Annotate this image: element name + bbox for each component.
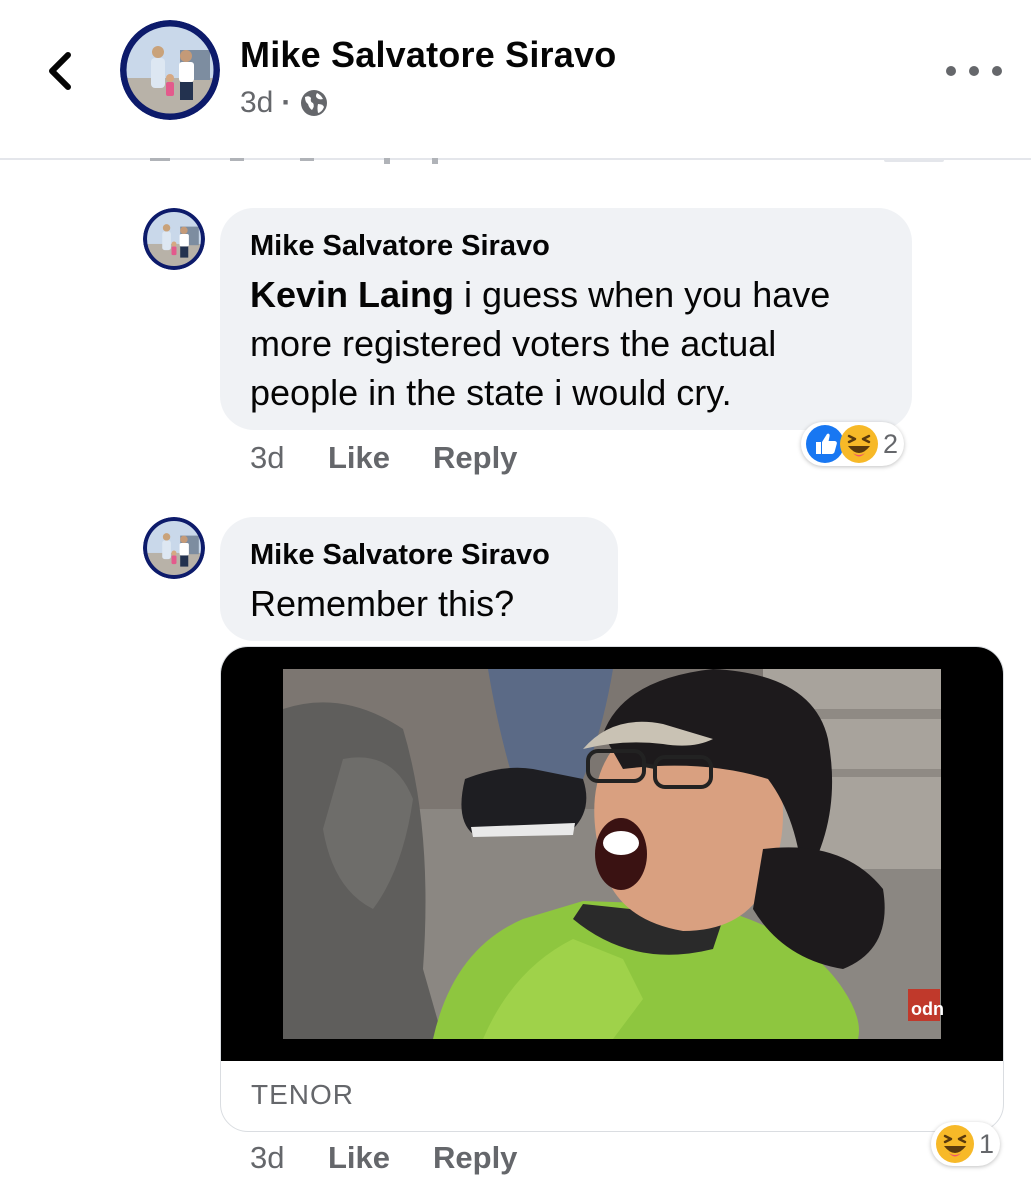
- globe-icon: [301, 90, 328, 116]
- gif-source-label: TENOR: [251, 1079, 354, 1110]
- chevron-left-icon: [49, 52, 71, 90]
- comment-text: Kevin Laing i guess when you have more r…: [250, 270, 830, 417]
- commenter-avatar[interactable]: [143, 517, 205, 579]
- comment-author[interactable]: Mike Salvatore Siravo: [250, 230, 550, 263]
- comment-actions: 3d Like Reply: [250, 440, 517, 476]
- comment-line: more registered voters the actual: [250, 323, 777, 364]
- more-dot: [969, 66, 979, 76]
- mention-link[interactable]: Kevin Laing: [250, 274, 454, 315]
- avatar[interactable]: [120, 20, 220, 120]
- post-meta: 3d ·: [240, 86, 329, 120]
- more-dot: [992, 66, 1002, 76]
- back-button[interactable]: [36, 46, 86, 96]
- post-time[interactable]: 3d: [240, 86, 273, 120]
- meta-separator: ·: [281, 86, 292, 119]
- comment-actions: 3d Like Reply: [250, 1140, 517, 1176]
- reaction-count: 2: [883, 428, 899, 459]
- poster-name[interactable]: Mike Salvatore Siravo: [240, 34, 616, 76]
- more-dot: [946, 66, 956, 76]
- commenter-avatar[interactable]: [143, 208, 205, 270]
- haha-icon: [935, 1124, 975, 1164]
- haha-icon: [839, 424, 879, 464]
- scrolled-content-edge: [150, 158, 944, 164]
- gif-watermark: odn: [911, 999, 944, 1019]
- comment-line: i guess when you have: [454, 274, 831, 315]
- comment-text: Remember this?: [250, 583, 515, 624]
- comment-bubble: Mike Salvatore Siravo Remember this?: [220, 517, 618, 641]
- reaction-count: 1: [979, 1128, 995, 1159]
- reactions-summary[interactable]: 1: [931, 1122, 1001, 1166]
- reply-button[interactable]: Reply: [433, 440, 517, 476]
- comment-line: people in the state i would cry.: [250, 372, 732, 413]
- gif-attachment[interactable]: odn TENOR: [220, 646, 1004, 1132]
- comment-author[interactable]: Mike Salvatore Siravo: [250, 539, 550, 572]
- gif-player[interactable]: odn: [221, 647, 1003, 1061]
- like-button[interactable]: Like: [328, 1140, 433, 1176]
- comment-bubble: Mike Salvatore Siravo Kevin Laing i gues…: [220, 208, 912, 430]
- reactions-summary[interactable]: 2: [801, 422, 905, 466]
- post-header: Mike Salvatore Siravo 3d ·: [0, 0, 1031, 160]
- like-button[interactable]: Like: [328, 440, 433, 476]
- reply-button[interactable]: Reply: [433, 1140, 517, 1176]
- comment-time[interactable]: 3d: [250, 440, 328, 476]
- more-options-button[interactable]: [946, 56, 1002, 86]
- comment-time[interactable]: 3d: [250, 1140, 328, 1176]
- gif-image: [283, 669, 941, 1039]
